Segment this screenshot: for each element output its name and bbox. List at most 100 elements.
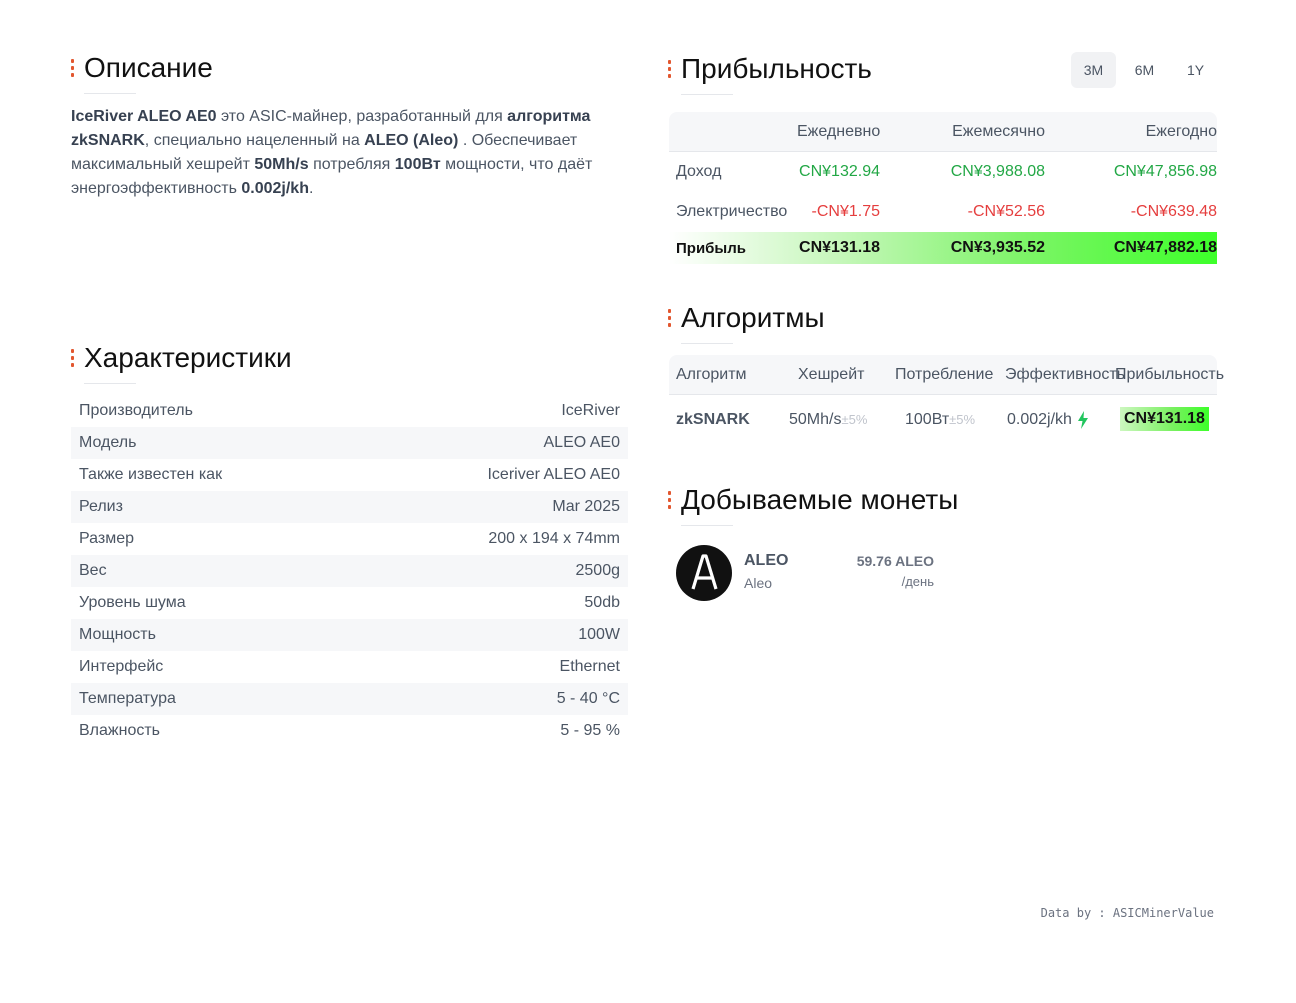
algorithm-profit: CN¥131.18 [1120,407,1209,431]
spec-label: Уровень шума [79,594,186,611]
spec-value: 5 - 95 % [560,722,620,739]
description-highlight: IceRiver ALEO AE0 [71,108,217,125]
efficiency-value: 0.002j/kh [1007,411,1072,428]
algorithms-table: Алгоритм Хешрейт Потребление Эффективнос… [669,355,1224,445]
algorithm-row[interactable]: zkSNARK 50Mh/s ±5% 100Вт±5% 0.002j/kh CN¥… [669,395,1217,445]
header-profitability: Прибыльность [1115,365,1225,383]
spec-row: Уровень шума 50db [71,587,628,619]
spec-row: Вес 2500g [71,555,628,587]
description-text: IceRiver ALEO AE0 это ASIC-майнер, разра… [71,105,631,201]
spec-row: Температура 5 - 40 °C [71,683,628,715]
spec-label: Влажность [79,722,161,739]
coins-title-text: Добываемые монеты [681,484,959,515]
spec-value: IceRiver [561,402,620,419]
spec-label: Вес [79,562,107,579]
profit-monthly: CN¥3,935.52 [950,239,1045,256]
spec-value: 200 x 194 x 74mm [488,530,620,547]
specs-table: Производитель IceRiver Модель ALEO AE0 Также… [71,395,628,747]
algorithms-table-header: Алгоритм Хешрейт Потребление Эффективнос… [669,355,1224,395]
specs-title-text: Характеристики [84,342,292,373]
profit-table: Ежедневно Ежемесячно Ежегодно Доход CN¥1… [669,112,1217,264]
aleo-logo-icon [676,545,732,601]
header-algorithm: Алгоритм [676,365,747,383]
power-tolerance: ±5% [949,412,976,427]
description-highlight: 50Mh/s [254,156,309,173]
spec-value: ALEO AE0 [543,434,621,451]
header-hashrate: Хешрейт [798,365,865,383]
header-efficiency: Эффективность [1005,365,1126,383]
spec-row: Модель ALEO AE0 [71,427,628,459]
electricity-daily: -CN¥1.75 [811,203,880,220]
algorithm-efficiency: 0.002j/kh [1007,411,1089,429]
income-row: Доход CN¥132.94 CN¥3,988.08 CN¥47,856.98 [669,152,1217,192]
section-marker-icon [668,491,672,509]
spec-value: 2500g [575,562,621,579]
spec-label: Модель [79,434,137,451]
description-title: Описание [71,52,213,94]
income-daily: CN¥132.94 [799,163,880,180]
income-yearly: CN¥47,856.98 [1113,163,1217,180]
specs-title: Характеристики [71,342,292,384]
spec-row: Размер 200 x 194 x 74mm [71,523,628,555]
description-highlight: 100Вт [394,156,441,173]
coin-item[interactable]: ALEO Aleo 59.76 ALEO /день [676,545,946,603]
income-monthly: CN¥3,988.08 [950,163,1045,180]
spec-label: Интерфейс [79,658,164,675]
spec-value: 5 - 40 °C [556,690,620,707]
spec-value: Mar 2025 [552,498,620,515]
spec-row: Также известен как Iceriver ALEO AE0 [71,459,628,491]
description-segment: это ASIC-майнер, разработанный для [216,108,508,125]
description-segment: . [308,180,314,197]
spec-label: Мощность [79,626,156,643]
period-button-3m[interactable]: 3M [1071,52,1116,88]
spec-row: Интерфейс Ethernet [71,651,628,683]
algorithm-power: 100Вт±5% [905,411,975,429]
algorithm-name[interactable]: zkSNARK [676,411,750,429]
lightning-icon [1077,411,1088,429]
hashrate-value: 50Mh/s [789,411,842,428]
spec-value: Ethernet [559,658,620,675]
coin-per-day: /день [901,574,934,589]
spec-row: Релиз Mar 2025 [71,491,628,523]
spec-label: Также известен как [79,466,223,483]
description-segment: потребляя [308,156,395,173]
section-marker-icon [71,349,75,367]
spec-value: 50db [584,594,620,611]
spec-value: Iceriver ALEO AE0 [487,466,620,483]
coin-amount: 59.76 ALEO [856,553,934,569]
column-yearly: Ежегодно [1145,122,1217,140]
algorithms-title-text: Алгоритмы [681,302,825,333]
description-highlight: ALEO (Aleo) [364,132,459,149]
electricity-monthly: -CN¥52.56 [967,203,1045,220]
profit-daily: CN¥131.18 [799,239,880,256]
profitability-title-text: Прибыльность [681,53,872,84]
period-button-6m[interactable]: 6M [1122,52,1167,88]
profit-label: Прибыль [676,239,746,257]
spec-row: Влажность 5 - 95 % [71,715,628,747]
description-highlight: 0.002j/kh [241,180,309,197]
coin-name: Aleo [744,575,773,591]
coins-title: Добываемые монеты [668,484,959,526]
spec-label: Производитель [79,402,193,419]
profit-yearly: CN¥47,882.18 [1113,239,1217,256]
profit-row: Прибыль CN¥131.18 CN¥3,935.52 CN¥47,882.… [669,232,1217,264]
description-title-text: Описание [84,52,213,83]
spec-value: 100W [578,626,620,643]
coin-symbol[interactable]: ALEO [744,552,788,570]
algorithms-title: Алгоритмы [668,302,825,344]
column-daily: Ежедневно [797,122,881,140]
period-selector: 3M 6M 1Y [1071,52,1218,88]
electricity-row: Электричество -CN¥1.75 -CN¥52.56 -CN¥639… [669,192,1217,232]
income-label: Доход [676,163,722,180]
section-marker-icon [71,59,75,77]
description-segment: , специально нацеленный на [144,132,365,149]
spec-label: Релиз [79,498,123,515]
electricity-yearly: -CN¥639.48 [1130,203,1217,220]
column-monthly: Ежемесячно [952,122,1045,140]
spec-row: Мощность 100W [71,619,628,651]
section-marker-icon [668,60,672,78]
profit-table-header: Ежедневно Ежемесячно Ежегодно [669,112,1217,152]
header-power: Потребление [895,365,994,383]
profitability-title: Прибыльность [668,53,872,95]
period-button-1y[interactable]: 1Y [1173,52,1218,88]
